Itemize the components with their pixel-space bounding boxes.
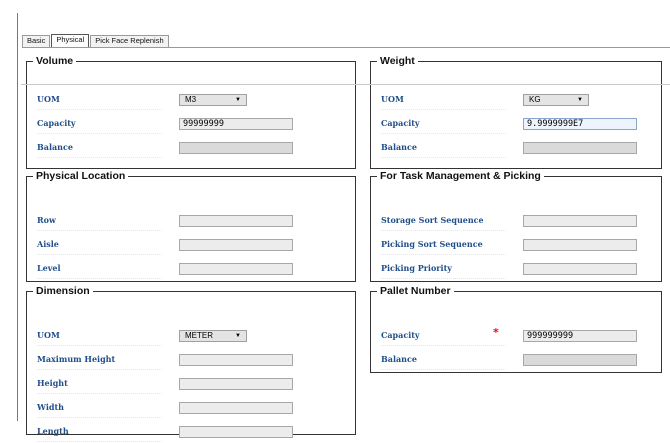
storage-sort-row: Storage Sort Sequence xyxy=(381,210,651,232)
weight-uom-label: UOM xyxy=(381,94,506,110)
weight-uom-value: KG xyxy=(529,95,541,104)
weight-balance-input[interactable] xyxy=(523,142,637,154)
volume-uom-value: M3 xyxy=(185,95,197,104)
volume-capacity-row: Capacity 99999999 xyxy=(37,113,345,135)
level-label: Level xyxy=(37,263,162,279)
volume-balance-label: Balance xyxy=(37,142,162,158)
chevron-down-icon: ▼ xyxy=(577,97,583,103)
pallet-balance-label: Balance xyxy=(381,354,506,370)
weight-balance-row: Balance xyxy=(381,137,651,159)
weight-capacity-row: Capacity 9.9999999E7 xyxy=(381,113,651,135)
volume-capacity-input[interactable]: 99999999 xyxy=(179,118,293,130)
physical-location-group: Physical Location Row Aisle Level xyxy=(26,170,356,282)
task-management-legend: For Task Management & Picking xyxy=(380,170,541,182)
tab-basic[interactable]: Basic xyxy=(22,35,51,47)
chevron-down-icon: ▼ xyxy=(235,97,241,103)
task-management-group: For Task Management & Picking Storage So… xyxy=(370,170,662,282)
left-border-line xyxy=(17,13,18,421)
length-label: Length xyxy=(37,426,162,442)
picking-sort-label: Picking Sort Sequence xyxy=(381,239,506,255)
length-row: Length xyxy=(37,421,345,443)
pallet-capacity-label: Capacity xyxy=(381,330,506,346)
row-label: Row xyxy=(37,215,162,231)
required-asterisk-icon: * xyxy=(493,326,499,339)
volume-uom-label: UOM xyxy=(37,94,162,110)
aisle-label: Aisle xyxy=(37,239,162,255)
height-input[interactable] xyxy=(179,378,293,390)
storage-sort-label: Storage Sort Sequence xyxy=(381,215,506,231)
picking-sort-row: Picking Sort Sequence xyxy=(381,234,651,256)
width-label: Width xyxy=(37,402,162,418)
weight-capacity-input[interactable]: 9.9999999E7 xyxy=(523,118,637,130)
dimension-uom-row: UOM METER ▼ xyxy=(37,325,345,347)
volume-balance-input[interactable] xyxy=(179,142,293,154)
volume-legend: Volume xyxy=(36,55,74,67)
dimension-group: Dimension UOM METER ▼ Maximum Height Hei… xyxy=(26,285,356,442)
length-input[interactable] xyxy=(179,426,293,438)
max-height-label: Maximum Height xyxy=(37,354,162,370)
storage-sort-input[interactable] xyxy=(523,215,637,227)
pallet-number-group: Pallet Number Capacity * 999999999 Balan… xyxy=(370,285,662,373)
level-input[interactable] xyxy=(179,263,293,275)
tab-bar: Basic Physical Pick Face Replenish xyxy=(22,34,170,47)
volume-capacity-label: Capacity xyxy=(37,118,162,134)
volume-uom-row: UOM M3 ▼ xyxy=(37,89,345,111)
pallet-balance-input[interactable] xyxy=(523,354,637,366)
dimension-uom-select[interactable]: METER ▼ xyxy=(179,330,247,342)
width-row: Width xyxy=(37,397,345,419)
volume-group: Volume UOM M3 ▼ Capacity 99999999 Balanc… xyxy=(26,55,356,169)
weight-group: Weight UOM KG ▼ Capacity 9.9999999E7 Bal… xyxy=(370,55,662,169)
weight-capacity-label: Capacity xyxy=(381,118,506,134)
weight-legend: Weight xyxy=(380,55,415,67)
row-row: Row xyxy=(37,210,345,232)
picking-priority-input[interactable] xyxy=(523,263,637,275)
picking-priority-label: Picking Priority xyxy=(381,263,506,279)
level-row: Level xyxy=(37,258,345,280)
aisle-input[interactable] xyxy=(179,239,293,251)
tab-pick-face-replenish[interactable]: Pick Face Replenish xyxy=(90,35,169,47)
max-height-row: Maximum Height xyxy=(37,349,345,371)
volume-uom-select[interactable]: M3 ▼ xyxy=(179,94,247,106)
width-input[interactable] xyxy=(179,402,293,414)
row-input[interactable] xyxy=(179,215,293,227)
overlay-divider-line xyxy=(21,84,670,85)
pallet-balance-row: Balance xyxy=(381,349,651,371)
physical-location-legend: Physical Location xyxy=(36,170,126,182)
weight-uom-select[interactable]: KG ▼ xyxy=(523,94,589,106)
picking-priority-row: Picking Priority xyxy=(381,258,651,280)
dimension-legend: Dimension xyxy=(36,285,90,297)
dimension-uom-value: METER xyxy=(185,331,213,340)
max-height-input[interactable] xyxy=(179,354,293,366)
weight-uom-row: UOM KG ▼ xyxy=(381,89,651,111)
pallet-capacity-row: Capacity * 999999999 xyxy=(381,325,651,347)
volume-balance-row: Balance xyxy=(37,137,345,159)
height-label: Height xyxy=(37,378,162,394)
pallet-number-legend: Pallet Number xyxy=(380,285,451,297)
pallet-capacity-input[interactable]: 999999999 xyxy=(523,330,637,342)
dimension-uom-label: UOM xyxy=(37,330,162,346)
picking-sort-input[interactable] xyxy=(523,239,637,251)
height-row: Height xyxy=(37,373,345,395)
aisle-row: Aisle xyxy=(37,234,345,256)
chevron-down-icon: ▼ xyxy=(235,333,241,339)
tab-underline xyxy=(22,47,670,48)
weight-balance-label: Balance xyxy=(381,142,506,158)
tab-physical[interactable]: Physical xyxy=(51,34,90,47)
